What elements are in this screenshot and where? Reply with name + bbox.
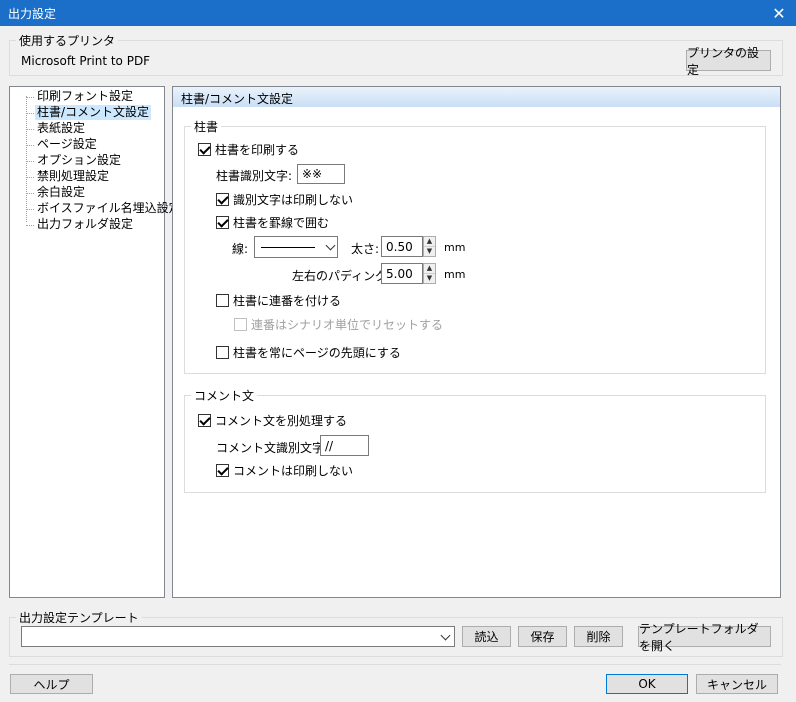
thickness-input[interactable]: 0.50 (381, 236, 423, 257)
tree-connector-line (26, 161, 34, 162)
settings-tree: 印刷フォント設定 柱書/コメント文設定 表紙設定 ページ設定 オプション設定 禁則処理設定… (9, 86, 181, 598)
tree-item[interactable]: 柱書/コメント文設定 (35, 105, 152, 120)
print-hashira-label: 柱書を印刷する (215, 143, 300, 157)
padding-label: 左右のパディング: (292, 269, 392, 283)
always-top-checkbox[interactable]: 柱書を常にページの先頭にする (216, 344, 401, 361)
comment-identifier-label: コメント文識別文字: (216, 441, 329, 455)
add-numbering-label: 柱書に連番を付ける (233, 294, 342, 308)
template-save-button[interactable]: 保存 (518, 626, 567, 647)
tree-item[interactable]: 出力フォルダ設定 (35, 217, 135, 232)
spin-up-icon[interactable]: ▲ (424, 237, 435, 247)
enclose-border-label: 柱書を罫線で囲む (233, 216, 330, 230)
panel-header: 柱書/コメント文設定 (173, 87, 780, 107)
tree-connector-line (26, 225, 34, 226)
comment-identifier-input[interactable]: // (320, 435, 369, 456)
checkbox-unchecked-icon[interactable] (234, 318, 247, 331)
printer-settings-button[interactable]: プリンタの設定 (686, 46, 771, 77)
spin-up-icon[interactable]: ▲ (424, 264, 435, 274)
checkbox-unchecked-icon[interactable] (216, 346, 229, 359)
checkbox-checked-icon[interactable] (198, 143, 211, 156)
tree-connector-line (26, 177, 34, 178)
window-title: 出力設定 (8, 7, 57, 21)
tree-item[interactable]: オプション設定 (35, 153, 123, 168)
tree-item[interactable]: ボイスファイル名埋込設定 (35, 201, 183, 216)
process-comment-label: コメント文を別処理する (215, 414, 348, 428)
no-print-identifier-checkbox[interactable]: 識別文字は印刷しない (216, 191, 353, 208)
thickness-spinner[interactable]: ▲ ▼ (423, 236, 436, 257)
hashira-identifier-input[interactable]: ※※ (297, 164, 345, 184)
checkbox-unchecked-icon[interactable] (216, 294, 229, 307)
tree-connector-line (26, 113, 34, 114)
tree-item[interactable]: ページ設定 (35, 137, 99, 152)
tree-item[interactable]: 印刷フォント設定 (35, 89, 135, 104)
checkbox-checked-icon[interactable] (216, 216, 229, 229)
enclose-border-checkbox[interactable]: 柱書を罫線で囲む (216, 214, 329, 231)
template-select[interactable] (21, 626, 455, 647)
printer-group-label: 使用するプリンタ (19, 34, 116, 48)
tree-item[interactable]: 禁則処理設定 (35, 169, 111, 184)
tree-connector-line (26, 97, 34, 98)
reset-numbering-checkbox[interactable]: 連番はシナリオ単位でリセットする (234, 316, 443, 333)
help-button[interactable]: ヘルプ (10, 674, 93, 694)
ok-button[interactable]: OK (606, 674, 688, 694)
padding-spinner[interactable]: ▲ ▼ (423, 263, 436, 284)
padding-unit: mm (444, 268, 466, 281)
footer-divider (9, 664, 781, 665)
tree-item[interactable]: 余白設定 (35, 185, 87, 200)
no-print-identifier-label: 識別文字は印刷しない (233, 193, 354, 207)
template-group-label: 出力設定テンプレート (19, 611, 139, 625)
no-print-comment-checkbox[interactable]: コメントは印刷しない (216, 462, 353, 479)
chevron-down-icon (440, 630, 451, 640)
tree-item[interactable]: 表紙設定 (35, 121, 87, 136)
add-numbering-checkbox[interactable]: 柱書に連番を付ける (216, 292, 341, 309)
open-template-folder-button[interactable]: テンプレートフォルダを開く (638, 622, 771, 653)
checkbox-checked-icon[interactable] (198, 414, 211, 427)
no-print-comment-label: コメントは印刷しない (233, 464, 354, 478)
hashira-identifier-label: 柱書識別文字: (216, 169, 293, 183)
checkbox-checked-icon[interactable] (216, 193, 229, 206)
tree-connector-line (26, 209, 34, 210)
printer-name: Microsoft Print to PDF (21, 54, 151, 68)
print-hashira-checkbox[interactable]: 柱書を印刷する (198, 141, 299, 158)
cancel-button[interactable]: キャンセル (696, 674, 778, 694)
template-load-button[interactable]: 読込 (462, 626, 511, 647)
tree-connector-line (26, 193, 34, 194)
comment-group-label: コメント文 (194, 389, 255, 403)
panel-header-title: 柱書/コメント文設定 (181, 92, 294, 106)
reset-numbering-label: 連番はシナリオ単位でリセットする (251, 318, 444, 332)
close-icon[interactable]: ✕ (762, 0, 796, 26)
always-top-label: 柱書を常にページの先頭にする (233, 346, 401, 360)
spin-down-icon[interactable]: ▼ (424, 247, 435, 257)
checkbox-checked-icon[interactable] (216, 464, 229, 477)
tree-connector-line (26, 145, 34, 146)
process-comment-checkbox[interactable]: コメント文を別処理する (198, 412, 347, 429)
tree-connector-line (26, 129, 34, 130)
title-bar: 出力設定 ✕ (0, 0, 796, 26)
thickness-unit: mm (444, 241, 466, 254)
line-style-select[interactable] (254, 236, 338, 258)
thickness-label: 太さ: (351, 242, 380, 256)
solid-line-icon (261, 247, 315, 248)
template-delete-button[interactable]: 削除 (574, 626, 623, 647)
tree-connector-line (26, 96, 27, 222)
padding-input[interactable]: 5.00 (381, 263, 423, 284)
hashira-group-label: 柱書 (194, 120, 219, 134)
spin-down-icon[interactable]: ▼ (424, 274, 435, 284)
line-style-label: 線: (232, 242, 249, 256)
chevron-down-icon (325, 240, 336, 251)
